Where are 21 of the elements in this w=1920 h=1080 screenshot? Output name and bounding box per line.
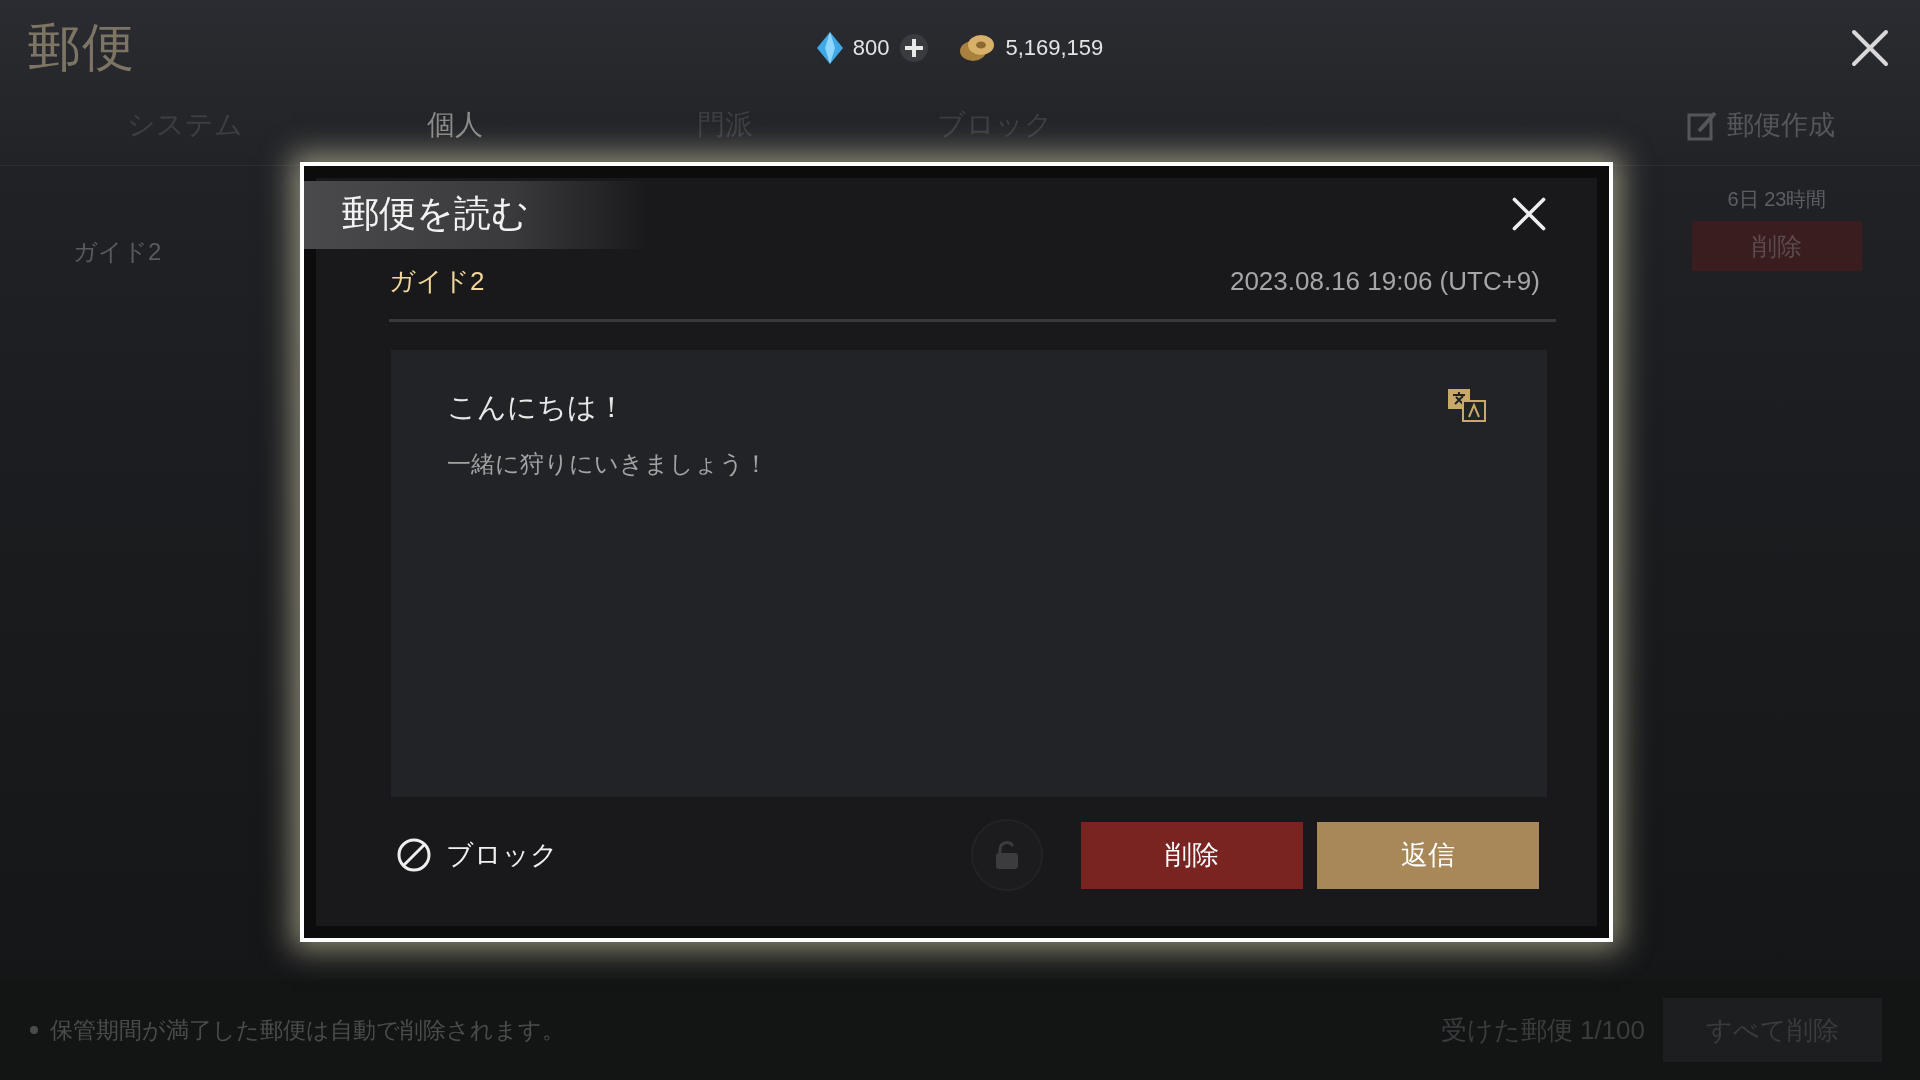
page-title: 郵便	[28, 16, 136, 78]
block-icon	[396, 837, 432, 873]
currency-amount: 5,169,159	[1005, 34, 1104, 61]
unlock-icon	[995, 840, 1019, 870]
gem-icon	[816, 31, 843, 64]
auto-delete-note: 保管期間が満了した郵便は自動で削除されます。	[30, 1014, 565, 1046]
mail-sender: ガイド2	[389, 265, 485, 298]
message-body: 一緒に狩りにいきましょう！	[447, 449, 768, 479]
delete-button[interactable]: 削除	[1081, 821, 1303, 889]
block-button[interactable]: ブロック	[396, 837, 558, 873]
coins-icon	[959, 32, 996, 63]
reply-button[interactable]: 返信	[1317, 821, 1539, 889]
pen-paper-icon	[1687, 109, 1719, 141]
currency-amount: 800	[852, 34, 890, 61]
tab[interactable]: 個人	[320, 106, 590, 144]
mail-date: 2023.08.16 19:06 (UTC+9)	[1229, 266, 1540, 297]
message-subject: こんにちは！	[447, 390, 626, 425]
expiry-time: 6日 23時間	[1727, 187, 1827, 212]
translate-icon[interactable]	[1447, 388, 1487, 422]
mail-sender: ガイド2	[73, 237, 162, 267]
plus-icon[interactable]	[899, 32, 930, 63]
